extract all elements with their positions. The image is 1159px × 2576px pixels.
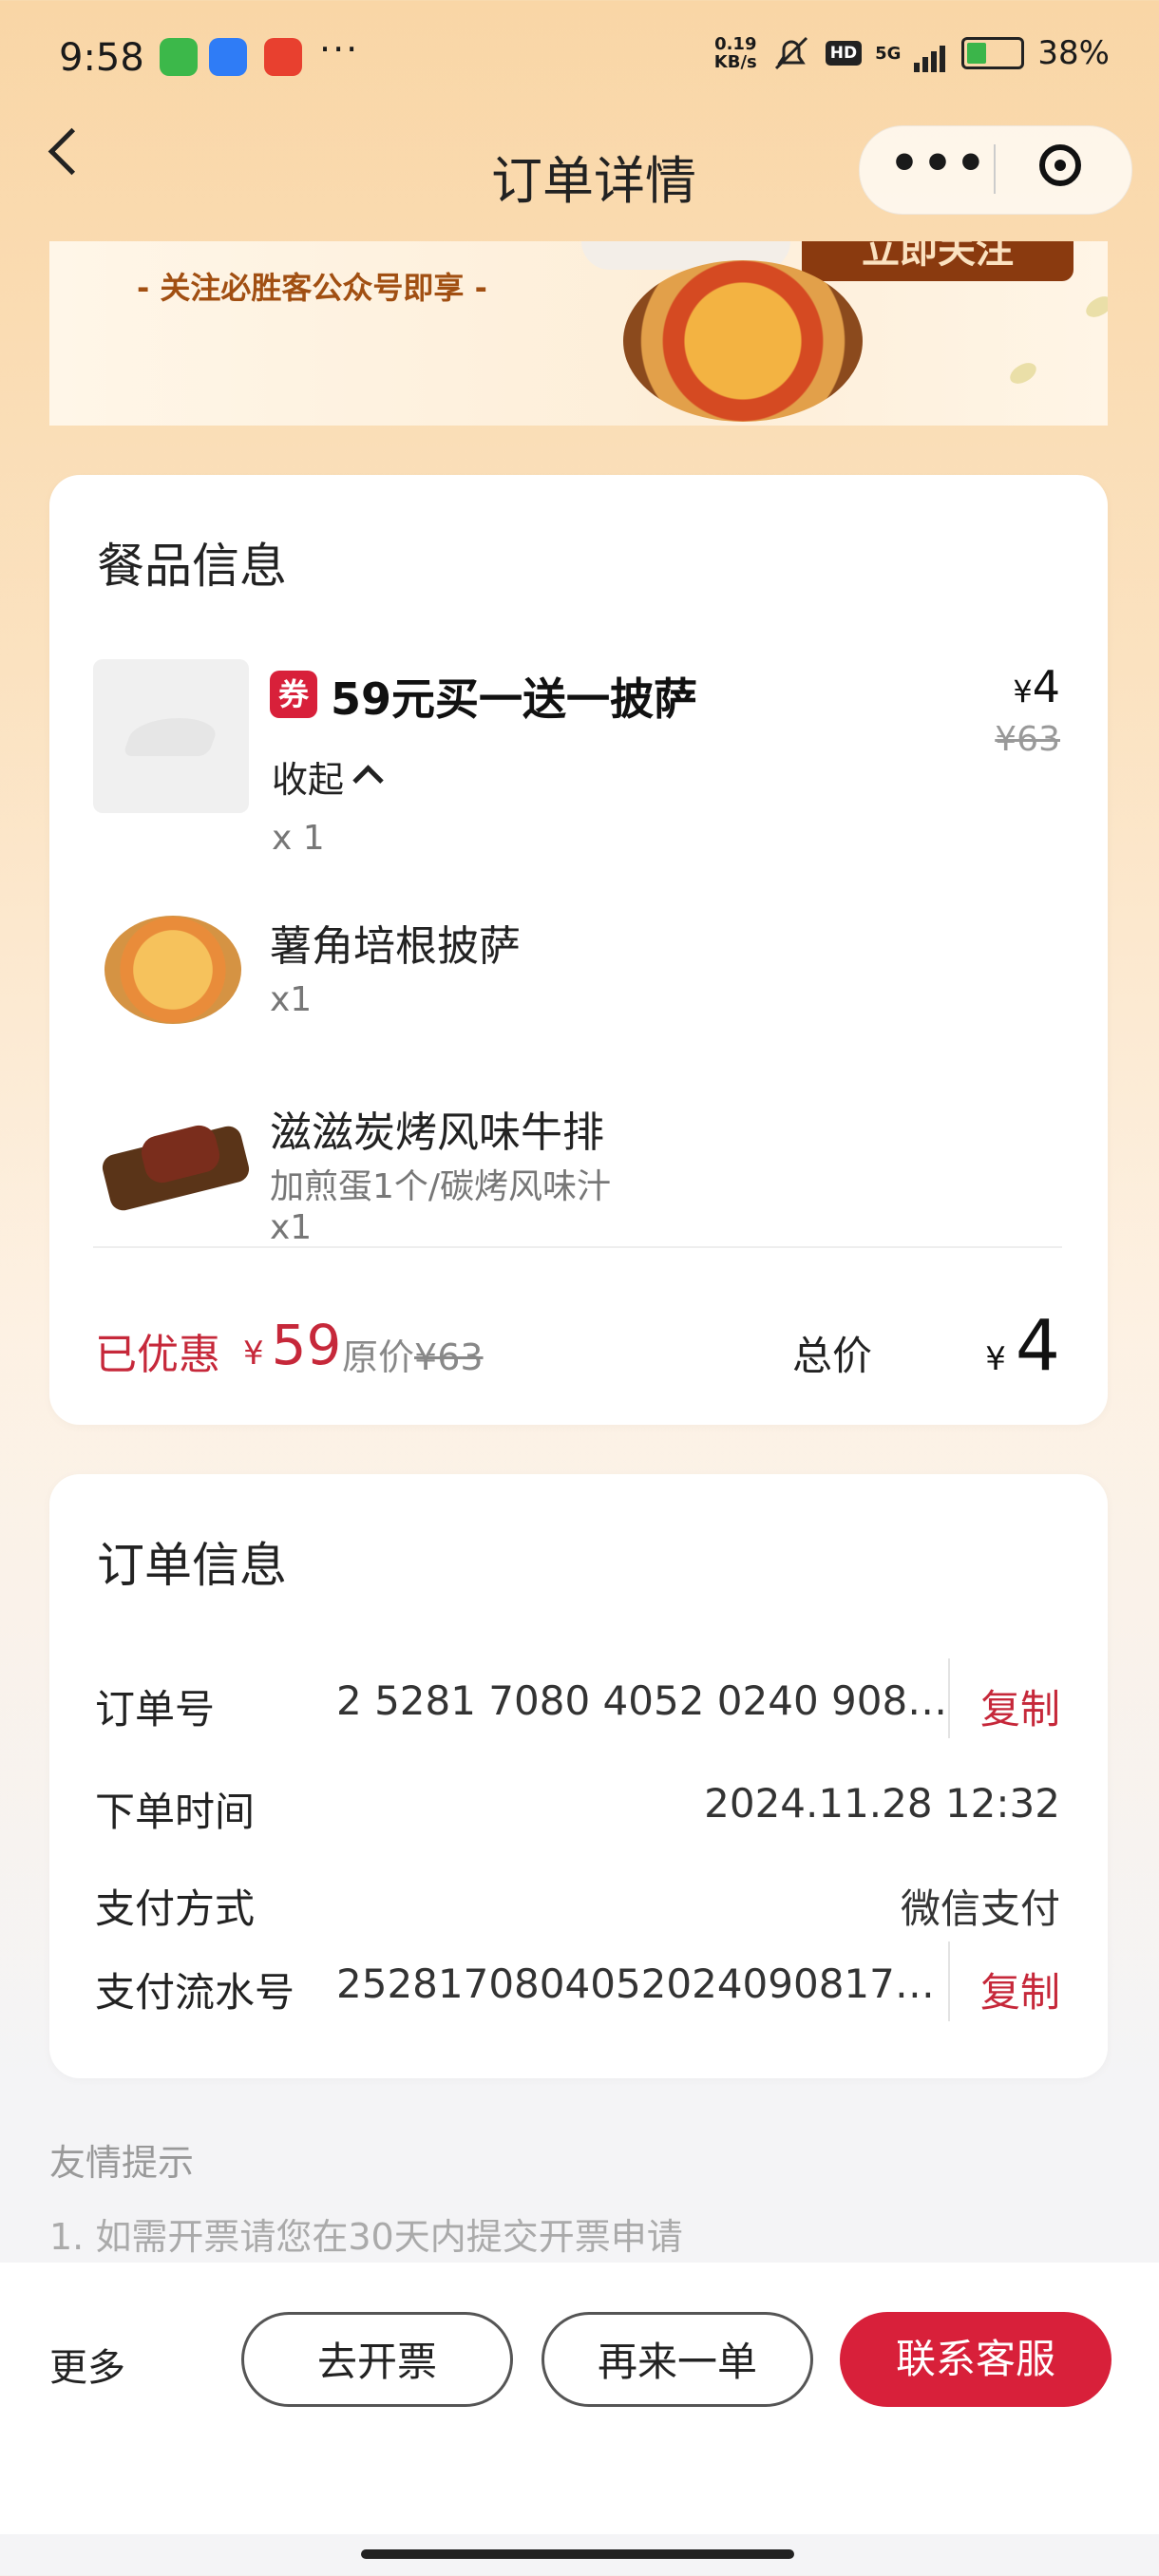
orig-amount: ¥63 — [414, 1336, 484, 1378]
payment-method-label: 支付方式 — [95, 1885, 256, 1932]
main-item-price: ¥4 — [1013, 661, 1060, 712]
status-icons: 0.19 KB/s HD 5G 38% — [714, 34, 1110, 72]
net-speed-value: 0.19 — [714, 34, 757, 54]
saved-value: 59 — [271, 1313, 342, 1377]
total-amount: ¥4 — [985, 1305, 1060, 1387]
sub-item-qty: x1 — [270, 980, 313, 1019]
battery-icon — [961, 37, 1025, 69]
saved-currency: ¥ — [243, 1335, 264, 1373]
order-time-label: 下单时间 — [95, 1789, 256, 1835]
price-currency: ¥ — [1013, 673, 1033, 710]
banner-text: - 关注必胜客公众号即享 - — [137, 270, 487, 306]
status-more-icon: ··· — [319, 28, 360, 70]
app-link-icon — [209, 38, 247, 76]
status-time: 9:58 — [59, 36, 144, 80]
main-item-orig-price: ¥63 — [995, 720, 1060, 759]
app-shopping-icon — [264, 38, 302, 76]
order-info-title: 订单信息 — [97, 1538, 287, 1593]
leaf-decoration — [1006, 358, 1040, 388]
price-value: 4 — [1032, 661, 1060, 712]
steak-image — [99, 1111, 253, 1214]
follow-button[interactable]: 立即关注 — [802, 241, 1074, 281]
total-currency: ¥ — [985, 1340, 1006, 1378]
original-total: 原价¥63 — [342, 1328, 484, 1380]
saved-label: 已优惠 — [95, 1331, 220, 1379]
food-info-title: 餐品信息 — [97, 539, 287, 594]
sub-item-name: 滋滋炭烤风味牛排 — [270, 1108, 604, 1157]
pizza-image — [623, 260, 863, 422]
more-options-icon[interactable]: ••• — [889, 140, 986, 187]
hd-badge: HD — [825, 41, 863, 66]
signal-label: 5G — [875, 43, 902, 64]
vertical-divider — [948, 1941, 950, 2021]
promo-banner[interactable]: 立即关注 - 关注必胜客公众号即享 - — [49, 241, 1108, 426]
signal-bars-icon — [914, 34, 948, 72]
net-speed: 0.19 KB/s — [714, 35, 757, 71]
main-item-name: 59元买一送一披萨 — [331, 673, 698, 725]
copy-order-number-button[interactable]: 复制 — [980, 1677, 1060, 1735]
invoice-button[interactable]: 去开票 — [241, 2312, 513, 2407]
coupon-badge: 券 — [270, 671, 317, 718]
leaf-decoration — [1082, 292, 1108, 322]
close-miniprogram-icon[interactable] — [1039, 144, 1081, 186]
tips-title: 友情提示 — [49, 2142, 195, 2184]
saved-amount: ¥59 — [243, 1313, 341, 1377]
coupon-item-thumbnail — [93, 659, 249, 813]
orig-label: 原价 — [342, 1336, 415, 1378]
order-time-value: 2024.11.28 12:32 — [704, 1780, 1060, 1827]
divider — [93, 1246, 1062, 1248]
mute-bell-icon — [774, 36, 808, 70]
main-item-qty: x 1 — [272, 819, 325, 858]
order-number-label: 订单号 — [95, 1686, 216, 1733]
collapse-toggle[interactable]: 收起 — [272, 750, 344, 803]
home-indicator[interactable] — [361, 2549, 794, 2559]
net-speed-unit: KB/s — [713, 52, 757, 72]
sub-item-qty: x1 — [270, 1208, 313, 1247]
capsule-divider — [994, 144, 996, 194]
payment-serial-value: 2528170804052024090817… — [336, 1960, 935, 2007]
battery-percent: 38% — [1037, 34, 1110, 72]
sub-item-name: 薯角培根披萨 — [270, 922, 521, 971]
payment-serial-label: 支付流水号 — [95, 1969, 295, 2016]
bacon-pizza-image — [104, 916, 241, 1024]
order-number-value: 2 5281 7080 4052 0240 908… — [336, 1677, 948, 1724]
reorder-button[interactable]: 再来一单 — [542, 2312, 813, 2407]
copy-payment-serial-button[interactable]: 复制 — [980, 1960, 1060, 2018]
contact-service-button[interactable]: 联系客服 — [840, 2312, 1112, 2407]
more-button[interactable]: 更多 — [49, 2337, 125, 2392]
total-label: 总价 — [791, 1333, 872, 1379]
wechat-icon — [160, 38, 198, 76]
tips-line: 1. 如需开票请您在30天内提交开票申请 — [49, 2216, 683, 2258]
sub-item-spec: 加煎蛋1个/碳烤风味汁 — [270, 1167, 612, 1206]
total-value: 4 — [1015, 1305, 1060, 1387]
vertical-divider — [948, 1658, 950, 1738]
payment-method-value: 微信支付 — [900, 1885, 1060, 1932]
